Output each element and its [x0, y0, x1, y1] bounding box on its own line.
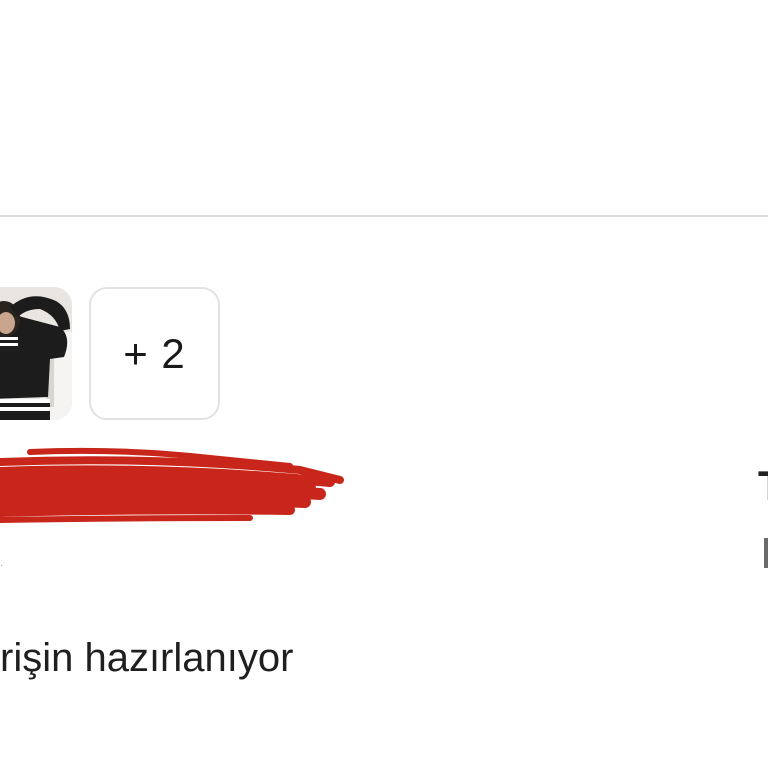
- clipped-right-label: T: [758, 462, 768, 510]
- order-detail-screen: + 2 · rişin hazırlanıyor T: [0, 0, 768, 768]
- order-status-text: rişin hazırlanıyor: [0, 636, 294, 680]
- product-thumbnail[interactable]: [0, 287, 72, 420]
- product-photo-icon: [0, 287, 72, 420]
- header-area: [0, 0, 768, 215]
- redaction-scribble: [0, 447, 344, 523]
- small-dot: ·: [0, 560, 4, 571]
- more-images-count: + 2: [123, 329, 186, 377]
- clipped-right-bar: [764, 538, 768, 568]
- more-images-button[interactable]: + 2: [89, 287, 220, 420]
- section-divider: [0, 215, 768, 217]
